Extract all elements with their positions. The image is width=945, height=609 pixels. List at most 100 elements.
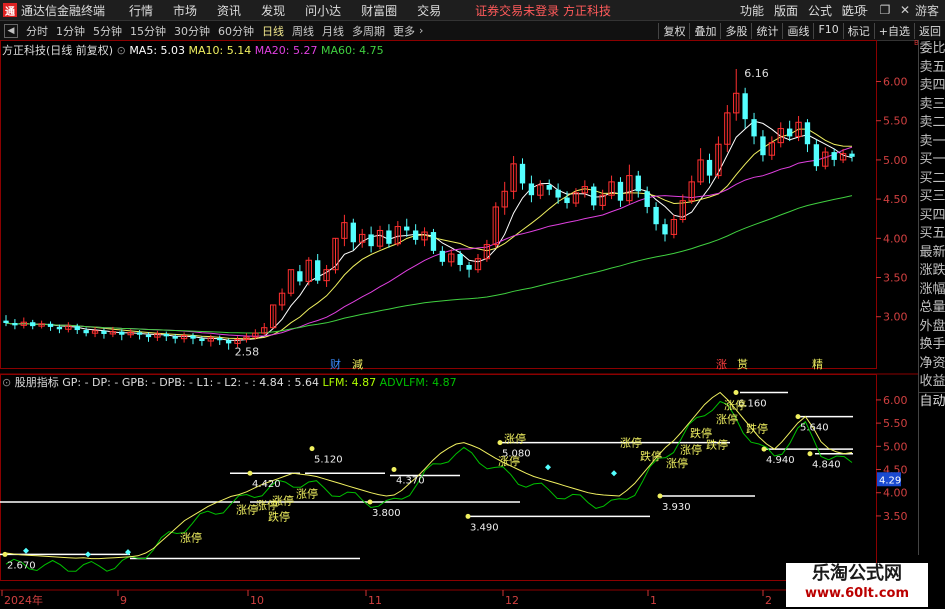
menu-wealth[interactable]: 财富圈 <box>361 2 397 19</box>
panel-item[interactable]: 卖一 <box>919 133 945 152</box>
candle-body <box>225 340 232 344</box>
sub-axis-label: 3.50 <box>883 510 908 523</box>
user-guest[interactable]: 游客 <box>915 2 939 19</box>
period-daily[interactable]: 日线 <box>262 23 284 39</box>
panel-item[interactable]: 涨跌 <box>919 262 945 281</box>
tool-overlay[interactable]: 叠加 <box>689 22 720 39</box>
period-5min[interactable]: 5分钟 <box>93 23 122 39</box>
candle-body <box>136 332 143 335</box>
panel-item[interactable]: 收益 <box>919 373 945 392</box>
close-icon[interactable]: ✕ <box>895 3 915 17</box>
advlfm-value: ADVLFM: 4.87 <box>379 376 457 389</box>
panel-item[interactable]: 总量 <box>919 299 945 318</box>
panel-item[interactable]: 换手 <box>919 336 945 355</box>
level-dot <box>465 513 471 519</box>
menu-market[interactable]: 市场 <box>173 2 197 19</box>
limit-up-signal: 涨停 <box>236 503 258 517</box>
menu-layout[interactable]: 版面 <box>774 2 798 19</box>
panel-item[interactable]: 卖三 <box>919 96 945 115</box>
panel-item[interactable]: 卖四 <box>919 77 945 96</box>
menu-news[interactable]: 资讯 <box>217 2 241 19</box>
menu-function[interactable]: 功能 <box>740 2 764 19</box>
tool-adjust[interactable]: 复权 <box>658 22 689 39</box>
menu-ask[interactable]: 问小达 <box>305 2 341 19</box>
menu-discover[interactable]: 发现 <box>261 2 285 19</box>
shrink-icon[interactable]: ▯ <box>835 3 855 17</box>
tool-stats[interactable]: 统计 <box>751 22 782 39</box>
panel-item[interactable]: 最新 <box>919 244 945 263</box>
auto-button[interactable]: 自动 <box>919 391 945 412</box>
menu-trade[interactable]: 交易 <box>417 2 441 19</box>
tool-return[interactable]: 返回 <box>914 22 945 39</box>
menu-formula[interactable]: 公式 <box>808 2 832 19</box>
panel-item[interactable]: 买二 <box>919 170 945 189</box>
tool-add-watchlist[interactable]: +自选 <box>873 22 914 39</box>
kline-chart[interactable]: 6.00 5.50 5.00 4.50 4.00 3.50 3.00 6.00 5.50 5.00… <box>0 40 918 609</box>
stock-title: 方正科技(日线 前复权) <box>2 44 114 57</box>
minimize-icon[interactable]: – <box>855 3 875 17</box>
panel-item[interactable]: 买三 <box>919 188 945 207</box>
candle-body <box>83 330 89 334</box>
restore-icon[interactable]: ❐ <box>875 3 895 17</box>
main-axis-label: 5.50 <box>883 115 908 128</box>
limit-up-signal: 涨停 <box>680 442 702 456</box>
limit-down-signal: 跌停 <box>268 510 290 524</box>
panel-item[interactable]: 卖五 <box>919 59 945 78</box>
limit-up-signal: 涨停 <box>272 493 294 507</box>
candle-body <box>804 122 811 145</box>
period-30min[interactable]: 30分钟 <box>174 23 210 39</box>
period-60min[interactable]: 60分钟 <box>218 23 254 39</box>
level-dot <box>497 440 503 446</box>
time-axis-label: 1 <box>650 594 657 607</box>
quote-side-panel: 委比 卖五 卖四 卖三 卖二 卖一 买一 买二 买三 买四 买五 最新 涨跌 涨… <box>918 40 945 555</box>
period-monthly[interactable]: 月线 <box>322 23 344 39</box>
settings-icon[interactable]: ⊙ <box>2 376 11 389</box>
back-icon[interactable]: ◀ <box>4 23 18 38</box>
watermark: 乐淘公式网 www.60lt.com <box>786 563 928 607</box>
level-dot <box>391 467 397 473</box>
panel-item[interactable]: 买五 <box>919 225 945 244</box>
period-weekly[interactable]: 周线 <box>292 23 314 39</box>
level-value: 3.800 <box>372 508 401 519</box>
panel-item[interactable]: 卖二 <box>919 114 945 133</box>
level-dot <box>657 493 663 499</box>
main-axis-label: 5.00 <box>883 154 908 167</box>
panel-item[interactable]: 涨幅 <box>919 281 945 300</box>
candle-body <box>564 197 570 204</box>
app-logo-icon: 通 <box>3 3 17 18</box>
period-multi[interactable]: 多周期 <box>352 23 385 39</box>
panel-item[interactable]: 外盘 <box>919 318 945 337</box>
tool-mark[interactable]: 标记 <box>842 22 874 39</box>
app-name: 通达信金融终端 <box>21 3 106 18</box>
event-tag: 精 <box>812 358 823 371</box>
tool-multi-stock[interactable]: 多股 <box>720 22 751 39</box>
tool-draw[interactable]: 画线 <box>782 22 813 39</box>
candle-body <box>315 260 321 281</box>
candle-body <box>555 189 561 198</box>
candle-body <box>760 136 766 156</box>
panel-item[interactable]: 净资 <box>919 355 945 374</box>
main-axis-label: 4.50 <box>883 193 908 206</box>
level-value: 4.420 <box>252 479 281 490</box>
candle-body <box>412 230 419 240</box>
menu-quotes[interactable]: 行情 <box>129 2 153 19</box>
candle-body <box>297 271 303 282</box>
tool-f10[interactable]: F10 <box>813 22 842 39</box>
signal-diamond <box>611 470 617 477</box>
settings-icon[interactable]: ⊙ <box>117 44 126 57</box>
ma10-value: MA10: 5.14 <box>188 44 252 57</box>
period-15min[interactable]: 15分钟 <box>130 23 166 39</box>
period-timeshare[interactable]: 分时 <box>26 23 48 39</box>
limit-up-signal: 涨停 <box>498 454 520 468</box>
period-1min[interactable]: 1分钟 <box>56 23 85 39</box>
panel-item[interactable]: 委比 <box>919 40 945 59</box>
candle-body <box>591 186 597 206</box>
panel-item[interactable]: 买四 <box>919 207 945 226</box>
event-tag: 減 <box>352 357 363 371</box>
login-notice[interactable]: 证券交易未登录 方正科技 <box>475 2 611 19</box>
time-axis-label: 9 <box>120 594 127 607</box>
chevron-right-icon[interactable]: › <box>419 24 423 37</box>
panel-item[interactable]: 买一 <box>919 151 945 170</box>
signal-diamond <box>23 547 29 554</box>
period-more[interactable]: 更多 <box>393 23 415 39</box>
